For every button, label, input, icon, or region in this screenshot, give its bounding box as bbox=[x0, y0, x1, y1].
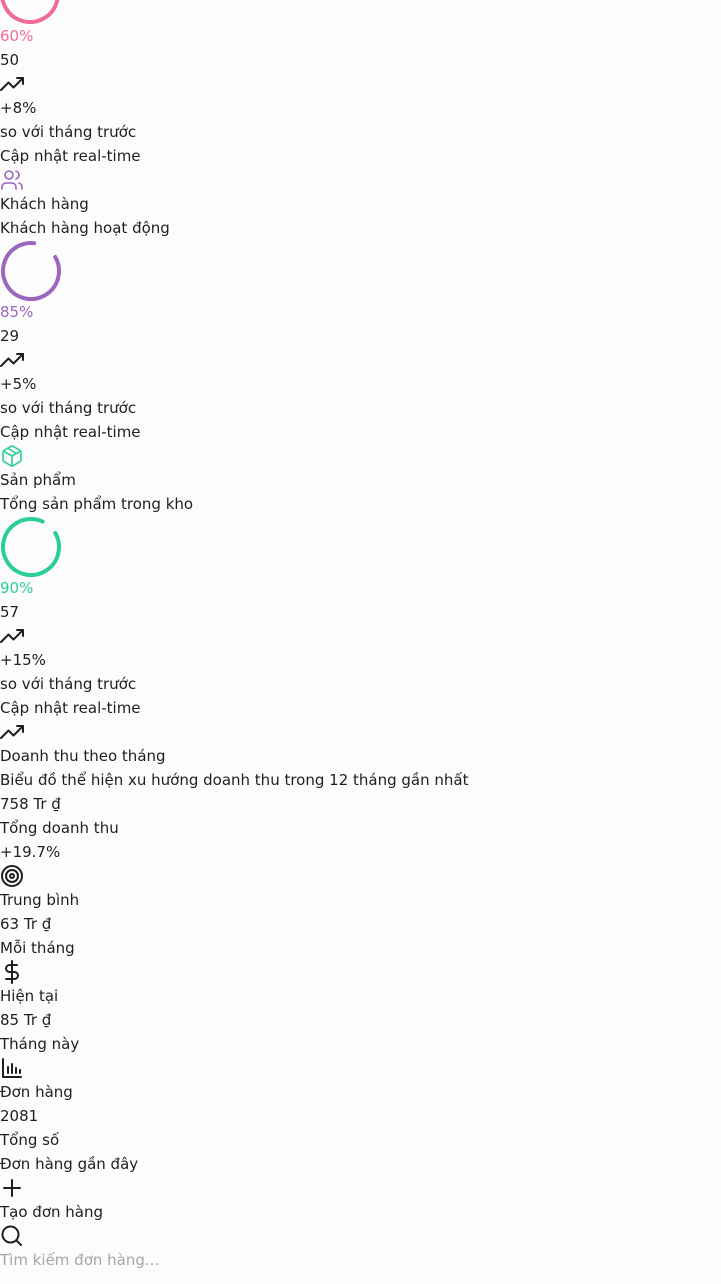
progress-ring bbox=[0, 516, 721, 577]
progress-ring-circle bbox=[0, 517, 61, 577]
target-icon bbox=[0, 864, 721, 888]
trend-percent: +8% bbox=[0, 99, 37, 117]
users-icon bbox=[0, 168, 721, 192]
total-revenue-value: 758 Tr ₫ bbox=[0, 795, 61, 813]
stat-card-products: Sản phẩm Tổng sản phẩm trong kho 90% 57 … bbox=[0, 444, 721, 720]
progress-percent: 85% bbox=[0, 303, 34, 321]
progress-percent: 90% bbox=[0, 579, 34, 597]
create-order-label: Tạo đơn hàng bbox=[0, 1203, 104, 1221]
current-note: Tháng này bbox=[0, 1035, 80, 1053]
search-input[interactable] bbox=[0, 1248, 300, 1272]
dollar-icon bbox=[0, 960, 721, 984]
current-value: 85 Tr ₫ bbox=[0, 1011, 52, 1029]
progress-ring bbox=[0, 0, 721, 24]
progress-ring-circle bbox=[0, 0, 60, 24]
section-title: Đơn hàng gần đây bbox=[0, 1155, 139, 1173]
average-value: 63 Tr ₫ bbox=[0, 915, 52, 933]
card-subtitle: Tổng sản phẩm trong kho bbox=[0, 495, 194, 513]
plus-icon bbox=[0, 1176, 721, 1200]
trending-up-icon bbox=[0, 72, 721, 96]
trending-up-icon bbox=[0, 624, 721, 648]
orders-note: Tổng số bbox=[0, 1131, 60, 1149]
stat-value: 29 bbox=[0, 327, 20, 345]
update-note: Cập nhật real-time bbox=[0, 423, 141, 441]
update-note: Cập nhật real-time bbox=[0, 699, 141, 717]
stat-value: 57 bbox=[0, 603, 20, 621]
trend-note: so với tháng trước bbox=[0, 123, 137, 141]
orders-value: 2081 bbox=[0, 1107, 39, 1125]
section-description: Biểu đồ thể hiện xu hướng doanh thu tron… bbox=[0, 771, 469, 789]
update-note: Cập nhật real-time bbox=[0, 147, 141, 165]
card-title: Sản phẩm bbox=[0, 471, 76, 489]
bar-chart-icon bbox=[0, 1056, 721, 1080]
progress-percent: 60% bbox=[0, 27, 34, 45]
create-order-button[interactable]: Tạo đơn hàng bbox=[0, 1176, 721, 1224]
dashboard-page: 60% 50 +8% so với tháng trước Cập nhật r… bbox=[0, 0, 721, 1284]
package-icon bbox=[0, 444, 721, 468]
card-title: Khách hàng bbox=[0, 195, 89, 213]
progress-ring-circle bbox=[0, 241, 61, 301]
current-label: Hiện tại bbox=[0, 987, 59, 1005]
stat-card-orders: 60% 50 +8% so với tháng trước Cập nhật r… bbox=[0, 0, 721, 168]
recent-orders-section: Đơn hàng gần đây Tạo đơn hàng bbox=[0, 1152, 721, 1284]
revenue-section: Doanh thu theo tháng Biểu đồ thể hiện xu… bbox=[0, 720, 721, 1152]
section-title: Doanh thu theo tháng bbox=[0, 747, 166, 765]
stat-card-customers: Khách hàng Khách hàng hoạt động 85% 29 +… bbox=[0, 168, 721, 444]
progress-ring bbox=[0, 240, 721, 301]
search-icon bbox=[0, 1224, 721, 1248]
orders-label: Đơn hàng bbox=[0, 1083, 73, 1101]
trending-up-icon bbox=[0, 348, 721, 372]
trend-note: so với tháng trước bbox=[0, 675, 137, 693]
stat-value: 50 bbox=[0, 51, 20, 69]
card-subtitle: Khách hàng hoạt động bbox=[0, 219, 170, 237]
search-row bbox=[0, 1248, 721, 1284]
total-revenue-label: Tổng doanh thu bbox=[0, 819, 119, 837]
average-note: Mỗi tháng bbox=[0, 939, 75, 957]
trend-note: so với tháng trước bbox=[0, 399, 137, 417]
trending-up-icon bbox=[0, 720, 721, 744]
trend-percent: +5% bbox=[0, 375, 37, 393]
average-label: Trung bình bbox=[0, 891, 80, 909]
trend-percent: +15% bbox=[0, 651, 46, 669]
growth-badge: +19.7% bbox=[0, 843, 61, 861]
